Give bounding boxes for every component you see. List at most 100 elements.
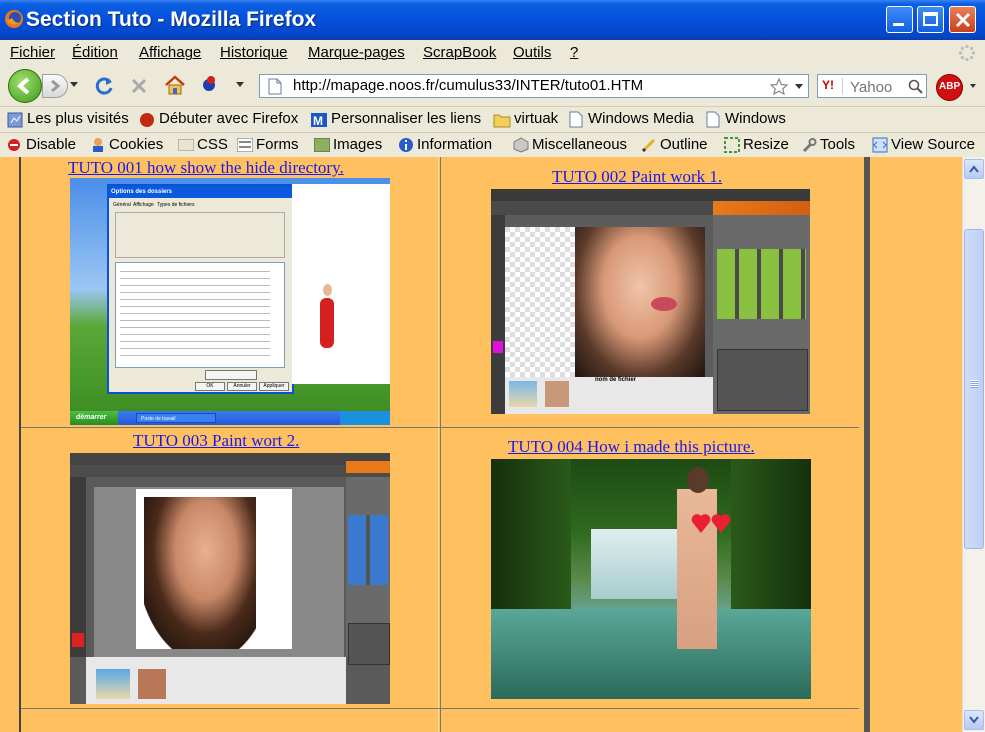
menu-marque-pages[interactable]: Marque-pages <box>308 44 405 61</box>
dev-disable[interactable]: Disable <box>26 136 76 153</box>
forward-button[interactable] <box>42 74 68 98</box>
search-input[interactable] <box>848 77 908 97</box>
arrow-down-icon <box>969 716 979 724</box>
tuto-004-link[interactable]: TUTO 004 How i made this picture. <box>508 437 755 457</box>
dev-information[interactable]: Information <box>417 136 492 153</box>
history-dropdown-icon[interactable] <box>70 82 78 88</box>
firefox-start-icon <box>140 113 154 127</box>
smart-bookmarks-icon <box>7 112 23 128</box>
tuto-002-thumbnail[interactable]: nom de fichier <box>491 189 810 414</box>
taskbar-item: Poste de travail <box>136 413 216 423</box>
back-icon <box>16 77 30 95</box>
back-button[interactable] <box>8 69 42 103</box>
view-source-icon <box>872 137 888 153</box>
menu-affichage[interactable]: Affichage <box>139 44 201 61</box>
dev-resize[interactable]: Resize <box>743 136 789 153</box>
dialog-tab-types: Types de fichiers <box>157 202 195 208</box>
miscellaneous-icon <box>513 137 529 153</box>
dialog-apply-button: Appliquer <box>259 382 289 391</box>
search-icon[interactable] <box>908 79 923 94</box>
dialog-ok-button: OK <box>195 382 225 391</box>
dev-images[interactable]: Images <box>333 136 382 153</box>
page-content: TUTO 001 how show the hide directory. Op… <box>0 157 962 732</box>
scroll-up-button[interactable] <box>964 159 984 179</box>
menu-help[interactable]: ? <box>570 44 578 61</box>
title-bar[interactable]: Section Tuto - Mozilla Firefox <box>0 0 985 40</box>
home-icon[interactable] <box>164 75 186 95</box>
throbber-icon <box>958 44 976 62</box>
addon-dropdown-icon[interactable] <box>236 82 244 88</box>
right-border <box>864 157 870 732</box>
dev-view-source[interactable]: View Source <box>891 136 975 153</box>
firefox-icon <box>5 10 23 28</box>
cookies-icon <box>93 138 103 152</box>
start-button: démarrer <box>70 411 118 425</box>
disable-icon <box>8 139 20 151</box>
tuto-001-link[interactable]: TUTO 001 how show the hide directory. <box>68 158 344 178</box>
tools-icon <box>802 138 817 153</box>
page-icon <box>569 111 583 128</box>
file-name-label: nom de fichier <box>595 377 637 383</box>
bookmark-debuter-firefox[interactable]: Débuter avec Firefox <box>159 110 298 127</box>
menu-fichier[interactable]: Fichier <box>10 44 55 61</box>
effects-palette <box>717 249 806 319</box>
row-divider <box>21 427 859 428</box>
bookmark-windows-media[interactable]: Windows Media <box>588 110 694 127</box>
addon-icon[interactable] <box>200 74 218 94</box>
menu-scrapbook[interactable]: ScrapBook <box>423 44 496 61</box>
folder-options-dialog: Options des dossiers Général Affichage T… <box>107 184 294 394</box>
vertical-scrollbar[interactable] <box>962 157 985 732</box>
arrow-up-icon <box>969 165 979 173</box>
bookmark-virtuak[interactable]: virtuak <box>514 110 558 127</box>
dev-outline[interactable]: Outline <box>660 136 708 153</box>
dialog-tab-general: Général <box>113 202 131 208</box>
portrait-image <box>575 227 705 377</box>
url-text[interactable]: http://mapage.noos.fr/cumulus33/INTER/tu… <box>293 77 643 94</box>
tuto-002-link[interactable]: TUTO 002 Paint work 1. <box>552 167 722 187</box>
pool-water <box>491 609 811 699</box>
url-dropdown-icon[interactable] <box>795 84 803 90</box>
adblock-icon[interactable]: ABP <box>936 74 963 101</box>
menu-historique[interactable]: Historique <box>220 44 288 61</box>
forms-icon <box>237 138 253 152</box>
search-box[interactable]: Y! <box>817 74 927 98</box>
minimize-icon <box>893 23 904 26</box>
scroll-down-button[interactable] <box>964 710 984 730</box>
bookmarks-toolbar: Les plus visités Débuter avec Firefox M … <box>0 106 985 133</box>
tuto-001-thumbnail[interactable]: Options des dossiers Général Affichage T… <box>70 178 390 425</box>
tuto-003-thumbnail[interactable] <box>70 453 390 704</box>
maximize-icon <box>923 12 938 26</box>
yahoo-engine-icon[interactable]: Y! <box>820 78 843 94</box>
menu-bar: Fichier Édition Affichage Historique Mar… <box>0 40 985 66</box>
bookmark-windows[interactable]: Windows <box>725 110 786 127</box>
tuto-004-thumbnail[interactable] <box>491 459 811 699</box>
heart-censor-icon <box>691 514 731 533</box>
maximize-button[interactable] <box>917 6 944 33</box>
window-title: Section Tuto - Mozilla Firefox <box>26 8 317 31</box>
forward-icon <box>51 79 61 93</box>
information-icon <box>399 138 413 152</box>
msn-icon: M <box>311 113 327 128</box>
menu-outils[interactable]: Outils <box>513 44 551 61</box>
tuto-003-link[interactable]: TUTO 003 Paint wort 2. <box>133 431 299 451</box>
dev-tools[interactable]: Tools <box>820 136 855 153</box>
menu-edition[interactable]: Édition <box>72 44 118 61</box>
outline-icon <box>641 138 656 153</box>
bookmark-personnaliser[interactable]: Personnaliser les liens <box>331 110 481 127</box>
adblock-dropdown-icon[interactable] <box>970 84 976 89</box>
dev-miscellaneous[interactable]: Miscellaneous <box>532 136 627 153</box>
advanced-settings-list <box>115 262 285 368</box>
dev-css[interactable]: CSS <box>197 136 228 153</box>
model-figure <box>320 298 334 348</box>
stop-icon[interactable] <box>130 77 148 95</box>
dev-forms[interactable]: Forms <box>256 136 299 153</box>
dev-cookies[interactable]: Cookies <box>109 136 163 153</box>
images-icon <box>314 138 330 152</box>
bookmark-les-plus-visites[interactable]: Les plus visités <box>27 110 129 127</box>
minimize-button[interactable] <box>886 6 913 33</box>
cell-divider <box>440 157 441 732</box>
scroll-thumb[interactable] <box>964 229 984 549</box>
close-button[interactable] <box>949 6 976 33</box>
reload-icon[interactable] <box>94 76 114 96</box>
bookmark-star-icon[interactable] <box>770 78 788 95</box>
